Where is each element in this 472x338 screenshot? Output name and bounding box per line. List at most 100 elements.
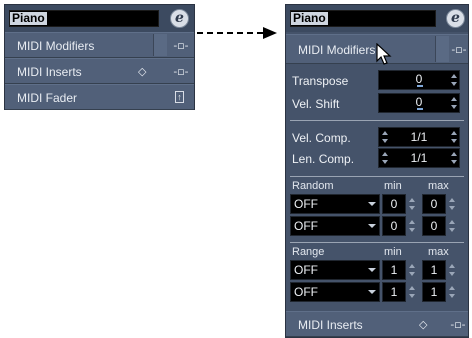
len-comp-field[interactable]: 1/1 xyxy=(378,148,460,168)
vel-comp-field[interactable]: 1/1 xyxy=(378,127,460,147)
spin-down-icon[interactable] xyxy=(382,160,388,164)
vel-shift-value: 0 xyxy=(415,95,423,109)
diamond-icon[interactable]: ◇ xyxy=(419,319,427,331)
vel-shift-label: Vel. Shift xyxy=(292,97,340,111)
diamond-icon[interactable]: ◇ xyxy=(138,66,146,78)
section-label: MIDI Fader xyxy=(17,91,78,105)
random-max-spinner[interactable] xyxy=(448,217,456,235)
spin-up-icon[interactable] xyxy=(449,286,455,290)
random-min-spinner[interactable] xyxy=(408,195,416,213)
midi-modifiers-body: Transpose 0 Vel. Shift 0 Vel. Comp. 1/1 … xyxy=(286,64,468,311)
edit-button[interactable]: e xyxy=(446,9,465,28)
random-max-field[interactable]: 0 xyxy=(422,216,446,236)
spin-up-icon[interactable] xyxy=(451,97,457,101)
random-max-field[interactable]: 0 xyxy=(422,194,446,214)
track-title-bar: Piano e xyxy=(286,5,468,32)
range-max-spinner[interactable] xyxy=(448,261,456,279)
transpose-field[interactable]: 0 xyxy=(378,70,460,90)
len-comp-label: Len. Comp. xyxy=(292,152,355,166)
section-midi-inserts[interactable]: MIDI Inserts ◇ -◻- xyxy=(5,58,194,84)
range-min-field[interactable]: 1 xyxy=(382,282,406,302)
spin-down-icon[interactable] xyxy=(449,206,455,210)
random-max-spinner[interactable] xyxy=(448,195,456,213)
section-label: MIDI Modifiers xyxy=(298,43,376,57)
section-label: MIDI Modifiers xyxy=(17,39,95,53)
chevron-down-icon xyxy=(368,224,376,228)
track-name: Piano xyxy=(10,11,47,25)
range-max-field[interactable]: 1 xyxy=(422,282,446,302)
vel-comp-label: Vel. Comp. xyxy=(292,131,351,145)
spin-up-icon[interactable] xyxy=(449,198,455,202)
divider xyxy=(290,120,464,121)
spin-up-icon[interactable] xyxy=(409,198,415,202)
spin-up-icon[interactable] xyxy=(451,131,457,135)
spin-up-icon[interactable] xyxy=(449,264,455,268)
value-indicator xyxy=(417,108,423,110)
range-min-spinner[interactable] xyxy=(408,261,416,279)
random-mode-select[interactable]: OFF xyxy=(290,216,380,236)
spin-down-icon[interactable] xyxy=(451,160,457,164)
mouse-cursor-icon xyxy=(376,43,392,65)
range-max-label: max xyxy=(428,246,449,258)
inspector-panel-collapsed: Piano e MIDI Modifiers -◻- MIDI Inserts … xyxy=(4,4,195,110)
vel-comp-value: 1/1 xyxy=(410,130,428,144)
spin-down-icon[interactable] xyxy=(451,139,457,143)
range-min-spinner[interactable] xyxy=(408,283,416,301)
spin-up-icon[interactable] xyxy=(451,74,457,78)
chevron-down-icon xyxy=(368,202,376,206)
random-min-field[interactable]: 0 xyxy=(382,216,406,236)
spin-up-icon[interactable] xyxy=(382,152,388,156)
track-name-field[interactable]: Piano xyxy=(290,10,436,27)
random-mode-value: OFF xyxy=(294,197,318,211)
spin-up-icon[interactable] xyxy=(409,286,415,290)
transpose-label: Transpose xyxy=(292,74,349,88)
range-max-spinner[interactable] xyxy=(448,283,456,301)
spin-down-icon[interactable] xyxy=(449,272,455,276)
section-strip xyxy=(153,34,167,56)
spin-down-icon[interactable] xyxy=(449,228,455,232)
range-label: Range xyxy=(292,246,325,258)
random-mode-select[interactable]: OFF xyxy=(290,194,380,214)
plug-icon[interactable]: -◻- xyxy=(449,319,467,331)
section-midi-fader[interactable]: MIDI Fader ↑ xyxy=(5,84,194,110)
random-max-label: max xyxy=(428,180,449,192)
spin-up-icon[interactable] xyxy=(409,220,415,224)
section-midi-inserts[interactable]: MIDI Inserts ◇ -◻- xyxy=(286,311,468,337)
section-label: MIDI Inserts xyxy=(17,65,82,79)
track-name-field[interactable]: Piano xyxy=(9,10,159,27)
range-max-field[interactable]: 1 xyxy=(422,260,446,280)
range-mode-value: OFF xyxy=(294,263,318,277)
spin-down-icon[interactable] xyxy=(409,228,415,232)
spin-down-icon[interactable] xyxy=(451,105,457,109)
section-strip xyxy=(435,36,449,62)
random-min-field[interactable]: 0 xyxy=(382,194,406,214)
fader-icon[interactable]: ↑ xyxy=(175,91,184,103)
plug-icon[interactable]: -◻- xyxy=(450,44,468,56)
len-comp-value: 1/1 xyxy=(410,151,428,165)
spin-down-icon[interactable] xyxy=(449,294,455,298)
plug-icon[interactable]: -◻- xyxy=(172,40,190,52)
spin-down-icon[interactable] xyxy=(409,206,415,210)
dashed-arrow-line xyxy=(197,32,263,34)
random-min-spinner[interactable] xyxy=(408,217,416,235)
spin-down-icon[interactable] xyxy=(409,272,415,276)
value-indicator xyxy=(417,85,423,87)
range-min-field[interactable]: 1 xyxy=(382,260,406,280)
spin-up-icon[interactable] xyxy=(382,131,388,135)
vel-shift-field[interactable]: 0 xyxy=(378,93,460,113)
range-mode-select[interactable]: OFF xyxy=(290,282,380,302)
transpose-value: 0 xyxy=(415,72,423,86)
spin-down-icon[interactable] xyxy=(451,82,457,86)
plug-icon[interactable]: -◻- xyxy=(172,66,190,78)
range-mode-select[interactable]: OFF xyxy=(290,260,380,280)
edit-button[interactable]: e xyxy=(170,9,189,28)
range-mode-value: OFF xyxy=(294,285,318,299)
spin-down-icon[interactable] xyxy=(382,139,388,143)
random-label: Random xyxy=(292,180,334,192)
random-mode-value: OFF xyxy=(294,219,318,233)
spin-up-icon[interactable] xyxy=(449,220,455,224)
section-midi-modifiers[interactable]: MIDI Modifiers -◻- xyxy=(5,32,194,58)
spin-up-icon[interactable] xyxy=(409,264,415,268)
spin-up-icon[interactable] xyxy=(451,152,457,156)
spin-down-icon[interactable] xyxy=(409,294,415,298)
